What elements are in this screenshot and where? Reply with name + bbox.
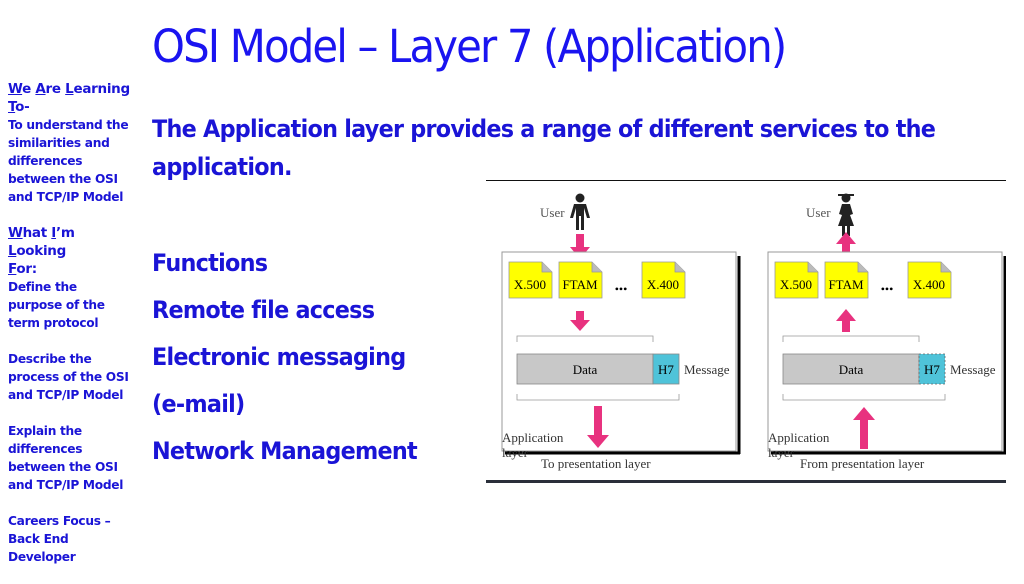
service-label: X.400 [913, 277, 945, 292]
data-label: Data [573, 362, 598, 377]
heading-initial: W [8, 225, 23, 241]
diagram-bottom-rule [486, 480, 1006, 483]
heading-part: ’m [56, 225, 75, 241]
bottom-label: To presentation layer [541, 456, 651, 471]
service-label: X.400 [647, 277, 679, 292]
user-label: User [540, 205, 565, 220]
learning-objectives-sidebar: We Are Learning To- To understand the sim… [8, 80, 133, 584]
layer-label-line1: Application [768, 430, 830, 445]
layer-label-line2: layer [768, 445, 795, 460]
panel-sender: User X.500 FTAM ••• X.400 Data H7 Messag… [501, 193, 741, 471]
functions-list: Functions Remote file access Electronic … [152, 240, 418, 475]
service-doc-x400: X.400 [907, 261, 952, 299]
heading-initial: W [8, 81, 23, 97]
service-doc-ftam: FTAM [824, 261, 869, 299]
function-item: Network Management [152, 437, 418, 465]
message-label: Message [950, 362, 996, 377]
looking-for-text: Define the purpose of the term protocol [8, 280, 105, 330]
service-doc-ftam: FTAM [558, 261, 603, 299]
heading-initial: A [35, 81, 46, 97]
service-doc-x500: X.500 [774, 261, 819, 299]
learning-objective-text: To understand the similarities and diffe… [8, 118, 129, 204]
application-layer-diagram: User X.500 FTAM ••• X.400 Data H7 Messag… [486, 180, 1006, 485]
heading-part: hat [22, 225, 52, 241]
layer-label-line1: Application [502, 430, 564, 445]
function-item: Electronic messaging [152, 343, 406, 371]
describe-objective: Describe the process of the OSI and TCP/… [8, 352, 129, 402]
service-label: FTAM [828, 277, 864, 292]
woman-icon [838, 193, 854, 236]
slide-subtitle: The Application layer provides a range o… [152, 115, 936, 181]
service-label: X.500 [514, 277, 546, 292]
heading-part: ooking [16, 243, 66, 259]
we-are-learning-heading: We Are Learning To- [8, 80, 133, 116]
function-item: Remote file access [152, 296, 375, 324]
heading-part: o- [15, 99, 30, 115]
layer-label-line2: layer [502, 445, 529, 460]
data-label: Data [839, 362, 864, 377]
bottom-label: From presentation layer [800, 456, 925, 471]
we-are-learning-block: We Are Learning To- To understand the sim… [8, 80, 133, 206]
service-label: FTAM [562, 277, 598, 292]
looking-for-heading: What I’m Looking For: [8, 224, 133, 278]
header-label: H7 [924, 362, 940, 377]
functions-heading: Functions [152, 249, 268, 277]
ellipsis: ••• [881, 282, 894, 296]
heading-part: or: [16, 261, 37, 277]
function-item: (e-mail) [152, 390, 245, 418]
service-label: X.500 [780, 277, 812, 292]
ellipsis: ••• [615, 282, 628, 296]
explain-objective: Explain the differences between the OSI … [8, 424, 124, 492]
service-doc-x400: X.400 [641, 261, 686, 299]
heading-part: earning [73, 81, 130, 97]
diagram-svg: User X.500 FTAM ••• X.400 Data H7 Messag… [501, 193, 1006, 471]
panel-receiver: User X.500 FTAM ••• X.400 Data H7 Messag… [767, 193, 1006, 471]
careers-focus: Careers Focus – Back End Developer [8, 514, 111, 564]
service-doc-x500: X.500 [508, 261, 553, 299]
man-icon [570, 193, 590, 230]
what-im-looking-for-block: What I’m Looking For: Define the purpose … [8, 224, 133, 332]
heading-part: re [45, 81, 66, 97]
user-label: User [806, 205, 831, 220]
header-label: H7 [658, 362, 674, 377]
heading-part: e [22, 81, 36, 97]
message-label: Message [684, 362, 730, 377]
slide-title: OSI Model – Layer 7 (Application) [152, 20, 787, 73]
